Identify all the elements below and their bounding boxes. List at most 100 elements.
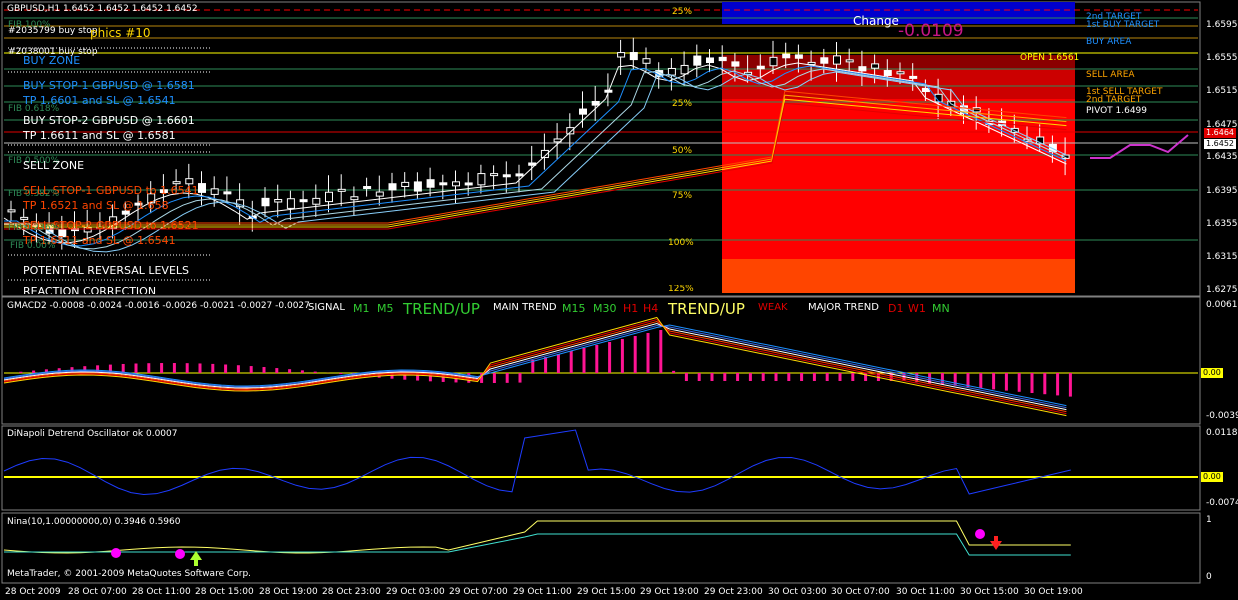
fib-pct-50: 50%: [672, 146, 693, 156]
candle: [350, 196, 359, 201]
fib-382-label: FIB 0.382%: [8, 189, 60, 199]
sell-target-2-label: 2nd TARGET: [1086, 95, 1142, 105]
order-label-1[interactable]: #2035799 buy stop: [8, 27, 98, 36]
nina-signal-dot: [111, 548, 121, 558]
candle: [502, 174, 511, 178]
time-axis-label: 30 Oct 07:00: [831, 587, 890, 597]
dinapoli-line: [3, 429, 1071, 495]
fib-236-label: FIB 0.236%: [8, 223, 60, 233]
macd-axis-bottom: -0.0039: [1206, 411, 1238, 421]
macd-signal-line: [3, 324, 1067, 407]
time-axis-label: 29 Oct 11:00: [513, 587, 572, 597]
symbol-header: GBPUSD,H1 1.6452 1.6452 1.6452 1.6452: [7, 4, 198, 14]
candle: [223, 191, 232, 195]
price-tag-current: 1.6452: [1204, 139, 1236, 149]
candle: [883, 70, 892, 76]
buy-target-1-label: 1st BUY TARGET: [1086, 20, 1160, 30]
time-axis-label: 28 Oct 07:00: [68, 587, 127, 597]
candle: [642, 58, 651, 64]
price-axis-label: 1.6315: [1206, 252, 1238, 262]
candle: [807, 61, 816, 65]
candle: [286, 198, 295, 209]
macd-m5-label: M5: [377, 302, 394, 315]
macd-main-trend-label: MAIN TREND: [493, 302, 557, 313]
macd-trend-2: TREND/UP: [668, 300, 745, 318]
price-axis-label: 1.6395: [1206, 186, 1238, 196]
time-axis-label: 29 Oct 15:00: [577, 587, 636, 597]
macd-signal-line: [3, 316, 1067, 417]
fib-000-label: FIB 0.00%: [10, 241, 56, 251]
candle: [794, 54, 803, 59]
nina-signal-dot: [175, 549, 185, 559]
candle: [299, 199, 308, 203]
buy-area-label: BUY AREA: [1086, 37, 1132, 47]
candle: [261, 197, 270, 207]
dinapoli-axis-top: 0.0118: [1206, 428, 1238, 438]
macd-signal-line: [3, 318, 1067, 415]
candle: [680, 64, 689, 75]
time-axis-label: 29 Oct 23:00: [704, 587, 763, 597]
time-axis-label: 29 Oct 19:00: [640, 587, 699, 597]
macd-signal-line: [3, 322, 1067, 411]
candle: [871, 63, 880, 69]
candle: [477, 173, 486, 186]
sell-arrow-icon: [990, 536, 1002, 550]
macd-mn-label: MN: [932, 302, 950, 315]
candle: [198, 183, 206, 193]
candle: [274, 199, 283, 203]
sell-zone-low: [722, 259, 1075, 293]
nina-header: Nina(10,1.00000000,0) 0.3946 0.5960: [7, 517, 181, 527]
fib-618-label: FIB 0.618%: [8, 104, 60, 114]
macd-m30-label: M30: [593, 302, 617, 315]
macd-w1-label: W1: [908, 302, 926, 315]
time-axis-label: 30 Oct 15:00: [960, 587, 1019, 597]
candle: [769, 56, 778, 67]
candle: [566, 127, 575, 135]
candle: [731, 61, 740, 67]
macd-trend-1: TREND/UP: [403, 300, 480, 318]
tp-3-label: TP 1.6521 and SL @ 1.658: [23, 199, 169, 212]
pivot-label: PIVOT 1.6499: [1086, 106, 1148, 116]
candle: [579, 108, 587, 115]
time-axis-label: 29 Oct 07:00: [449, 587, 508, 597]
time-axis-label: 30 Oct 19:00: [1024, 587, 1083, 597]
time-axis-label: 28 Oct 2009: [5, 587, 61, 597]
macd-header: GMACD2 -0.0008 -0.0024 -0.0016 -0.0026 -…: [7, 301, 310, 311]
candle: [756, 65, 765, 70]
price-axis-label: 1.6515: [1206, 86, 1238, 96]
macd-axis-top: 0.0061: [1206, 300, 1238, 310]
candle: [210, 188, 219, 195]
macd-weak-label: WEAK: [758, 302, 788, 313]
macd-h1-label: H1: [623, 302, 639, 315]
change-label: Change: [853, 14, 899, 28]
time-axis-label: 28 Oct 23:00: [322, 587, 381, 597]
nina-axis-top: 1: [1206, 515, 1212, 525]
buy-stop-1-label: BUY STOP-1 GBPUSD @ 1.6581: [23, 79, 195, 92]
candle: [464, 182, 473, 186]
candle: [375, 191, 384, 197]
sell-zone: [722, 99, 1075, 259]
fib-pct-75: 75%: [672, 191, 693, 201]
macd-h4-label: H4: [643, 302, 659, 315]
macd-d1-label: D1: [888, 302, 904, 315]
fib-pct-25-top: 25%: [672, 7, 693, 17]
macd-m1-label: M1: [353, 302, 370, 315]
tp-2-label: TP 1.6611 and SL @ 1.6581: [23, 129, 176, 142]
candle: [426, 179, 435, 188]
copyright-label: MetaTrader, © 2001-2009 MetaQuotes Softw…: [7, 569, 252, 579]
sell-zone-label: SELL ZONE: [23, 159, 85, 172]
candle: [896, 71, 905, 75]
candle: [782, 53, 791, 59]
price-axis-label: 1.6275: [1206, 285, 1238, 295]
time-axis-label: 28 Oct 11:00: [132, 587, 191, 597]
time-axis-label: 28 Oct 19:00: [259, 587, 318, 597]
nina-line-cyan: [4, 533, 1071, 556]
time-axis-label: 30 Oct 03:00: [768, 587, 827, 597]
candle: [617, 52, 626, 58]
change-value: -0.0109: [898, 21, 964, 41]
candle: [718, 56, 727, 62]
candle: [515, 173, 524, 177]
dinapoli-header: DiNapoli Detrend Oscillator ok 0.0007: [7, 429, 178, 439]
time-axis-label: 30 Oct 11:00: [896, 587, 955, 597]
dinapoli-axis-zero: 0.00: [1201, 472, 1223, 482]
